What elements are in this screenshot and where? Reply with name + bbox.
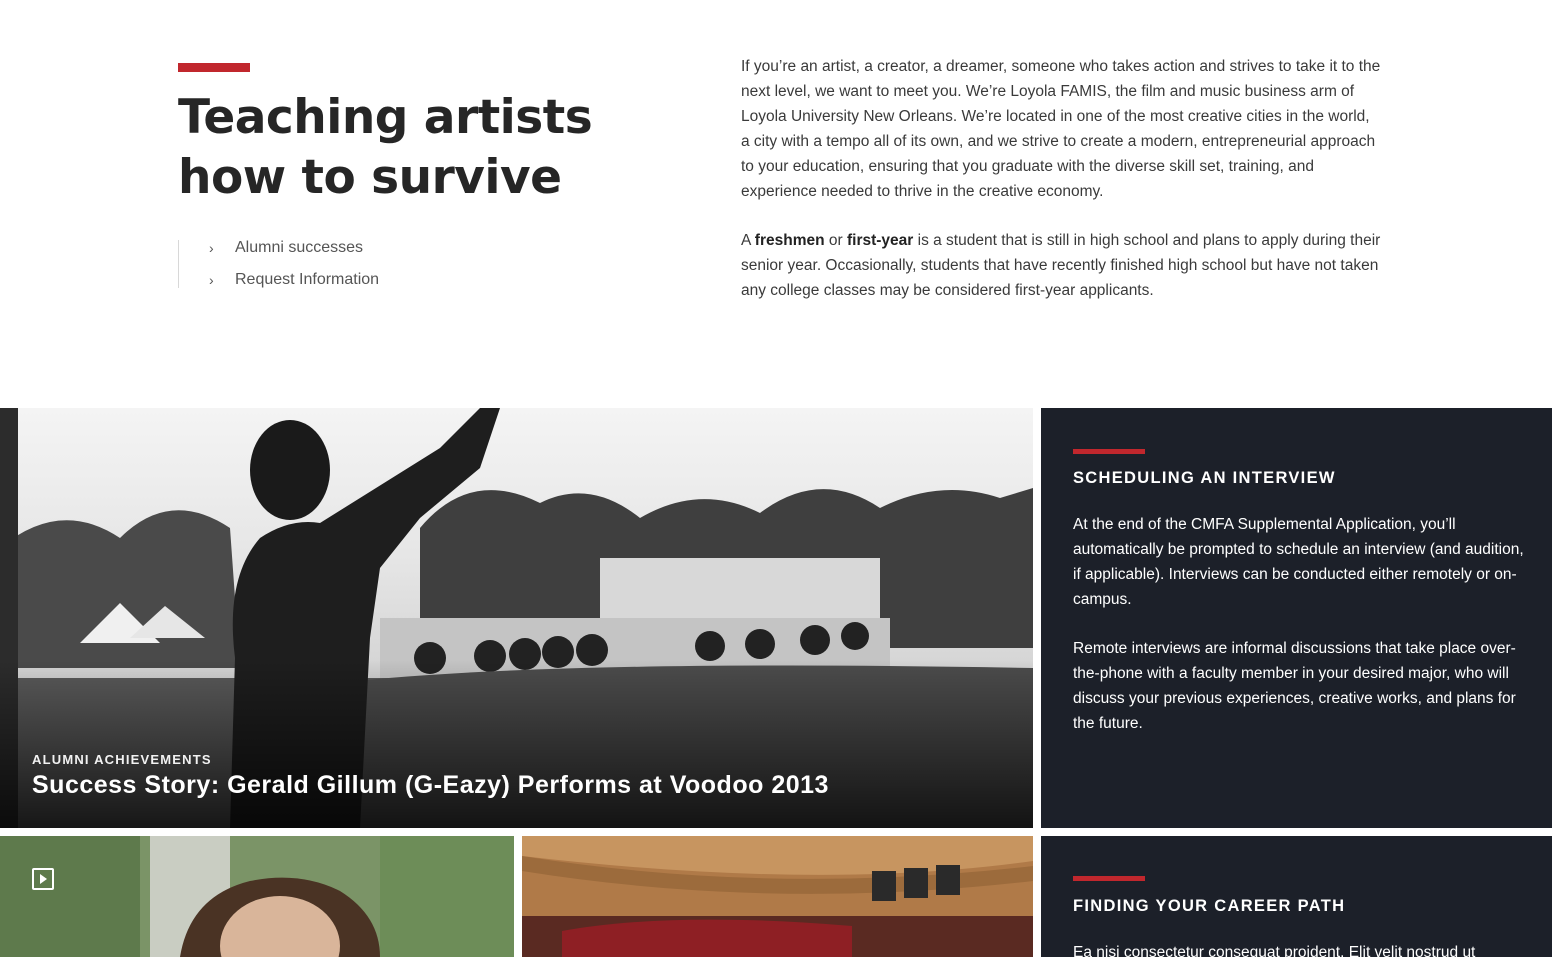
page-title-line-1: Teaching artists (178, 90, 593, 145)
auditorium-photo (522, 836, 1033, 957)
panel-paragraph: Remote interviews are informal discussio… (1073, 640, 1516, 732)
page-title-line-2: how to survive (178, 150, 562, 205)
link-label: Alumni successes (235, 239, 364, 256)
feature-title[interactable]: Success Story: Gerald Gillum (G-Eazy) Pe… (32, 771, 829, 800)
term-first-year: first-year (846, 232, 914, 249)
intro-paragraph-1: If you’re an artist, a creator, a dreame… (741, 58, 1381, 200)
paragraph-text: A (741, 232, 755, 249)
video-tile-portrait[interactable] (0, 836, 514, 957)
intro-link-list: › Alumni successes › Request Information (178, 239, 379, 288)
tile-auditorium[interactable] (522, 836, 1033, 957)
chevron-right-icon: › (209, 272, 214, 288)
panel-body: At the end of the CMFA Supplemental Appl… (1073, 512, 1533, 760)
play-icon[interactable] (32, 868, 54, 890)
page: Teaching artists how to survive › Alumni… (0, 0, 1552, 957)
link-alumni-successes[interactable]: › Alumni successes (209, 232, 379, 264)
panel-heading: SCHEDULING AN INTERVIEW (1073, 469, 1336, 487)
panel-heading: FINDING YOUR CAREER PATH (1073, 897, 1346, 915)
page-title: Teaching artists how to survive (178, 88, 658, 208)
panel-career-path: FINDING YOUR CAREER PATH Ea nisi consect… (1041, 836, 1552, 957)
title-accent-bar (178, 63, 250, 72)
panel-paragraph: At the end of the CMFA Supplemental Appl… (1073, 516, 1524, 608)
portrait-photo (0, 836, 514, 957)
intro-paragraph-2: A freshmen or first-year is a student th… (741, 228, 1381, 303)
panel-paragraph: Ea nisi consectetur consequat proident. … (1073, 944, 1476, 957)
chevron-right-icon: › (209, 240, 214, 256)
panel-accent-bar (1073, 876, 1145, 881)
link-label: Request Information (235, 271, 380, 288)
panel-accent-bar (1073, 449, 1145, 454)
paragraph-text: or (824, 232, 847, 249)
panel-scheduling-interview: SCHEDULING AN INTERVIEW At the end of th… (1041, 408, 1552, 828)
panel-body: Ea nisi consectetur consequat proident. … (1073, 940, 1533, 957)
intro-body: If you’re an artist, a creator, a dreame… (741, 54, 1381, 327)
link-request-information[interactable]: › Request Information (209, 264, 379, 296)
term-freshmen: freshmen (754, 232, 825, 249)
feature-kicker: ALUMNI ACHIEVEMENTS (32, 752, 212, 767)
